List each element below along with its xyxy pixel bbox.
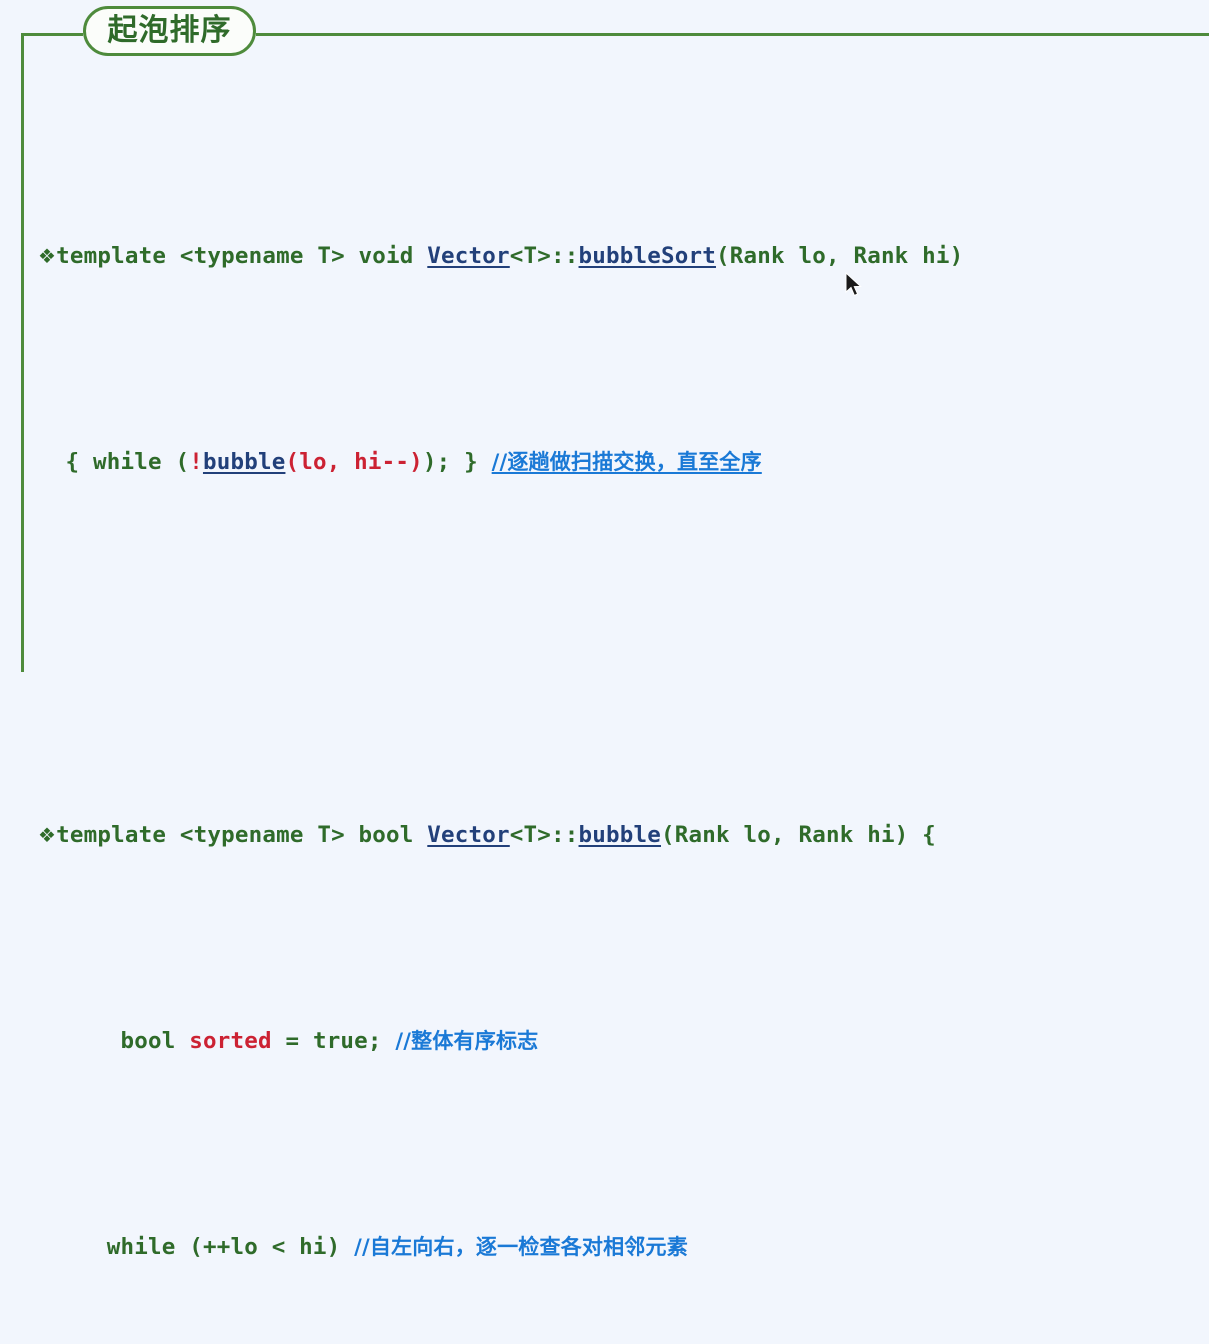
- code-token: = true;: [271, 1028, 396, 1054]
- code-identifier: bubble: [578, 822, 661, 848]
- code-comment: //整体有序标志: [395, 1029, 539, 1053]
- code-line-2: { while (!bubble(lo, hi--)); } //逐趟做扫描交换…: [38, 437, 1203, 489]
- code-identifier: bubbleSort: [578, 242, 716, 269]
- code-identifier: Vector: [427, 242, 510, 269]
- code-token: while (++lo < hi): [106, 1234, 355, 1260]
- code-token: !: [189, 448, 203, 475]
- code-token: sorted: [189, 1028, 272, 1054]
- code-line-1: ❖template <typename T> void Vector<T>::b…: [38, 231, 1203, 283]
- code-line-4: bool sorted = true; //整体有序标志: [38, 1016, 1203, 1068]
- code-comment: //逐趟做扫描交换，直至全序: [491, 449, 762, 474]
- code-line-3: ❖template <typename T> bool Vector<T>::b…: [38, 810, 1203, 862]
- code-line-5: while (++lo < hi) //自左向右，逐一检查各对相邻元素: [38, 1222, 1203, 1274]
- frame-top-right-border: [256, 33, 1209, 36]
- code-comment: //自左向右，逐一检查各对相邻元素: [354, 1235, 688, 1259]
- slide-title-pill: 起泡排序: [83, 6, 256, 56]
- code-block: ❖template <typename T> void Vector<T>::b…: [38, 76, 1203, 1344]
- slide-canvas: 起泡排序 ❖template <typename T> void Vector<…: [0, 0, 1209, 1260]
- frame-left-border: [21, 33, 24, 672]
- code-token: (Rank lo, Rank hi): [715, 242, 964, 269]
- code-spacer: [38, 643, 1203, 656]
- frame-top-left-border: [21, 33, 83, 36]
- code-identifier: bubble: [202, 448, 286, 475]
- code-token: <T>::: [509, 822, 579, 848]
- bullet-diamond-icon: ❖: [38, 243, 57, 268]
- code-token: bool: [120, 1028, 190, 1054]
- code-token: template <typename T> bool: [56, 822, 428, 848]
- code-token: ); }: [422, 448, 492, 475]
- code-token: { while (: [65, 448, 190, 475]
- code-token: template <typename T> void: [56, 242, 428, 269]
- code-identifier: Vector: [427, 822, 510, 848]
- page-title: 起泡排序: [107, 13, 232, 48]
- bullet-diamond-icon: ❖: [38, 823, 57, 847]
- code-token: <T>::: [509, 242, 579, 269]
- code-token: (Rank lo, Rank hi) {: [661, 822, 936, 848]
- code-token: (lo, hi--): [285, 448, 423, 475]
